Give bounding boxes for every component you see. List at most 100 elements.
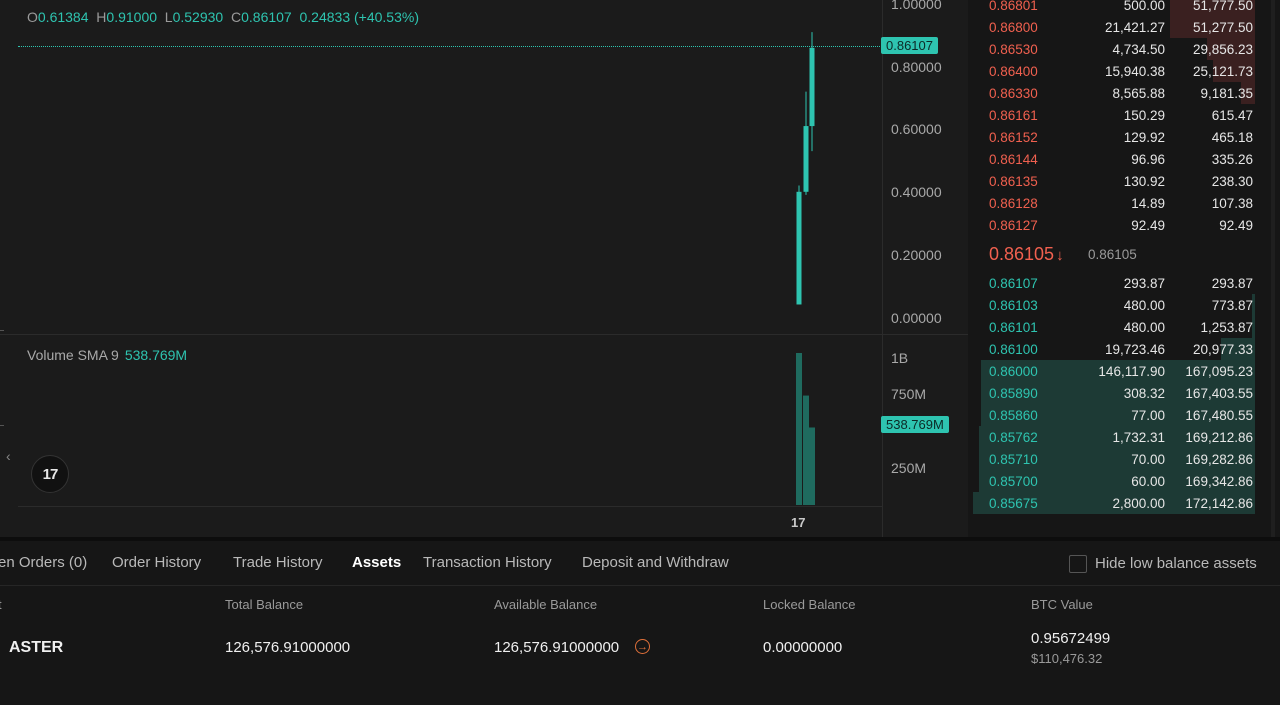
available-balance: 126,576.91000000	[494, 639, 620, 656]
amount-cell: 8,565.88	[1112, 86, 1165, 101]
price-cell: 0.85762	[989, 430, 1038, 445]
candlestick-chart[interactable]	[0, 0, 882, 537]
bid-row[interactable]: 0.86000 146,117.90 167,095.23	[973, 360, 1265, 382]
total-cell: 169,282.86	[1185, 452, 1253, 467]
ask-row[interactable]: 0.86801 500.00 51,777.50	[973, 0, 1265, 16]
tab-open-orders[interactable]: en Orders (0)	[0, 554, 87, 571]
total-cell: 29,856.23	[1192, 42, 1253, 57]
amount-cell: 77.00	[1131, 408, 1165, 423]
candle-body	[803, 126, 809, 192]
price-cell: 0.86530	[989, 42, 1038, 57]
tab-transaction-history[interactable]: Transaction History	[423, 554, 552, 571]
usd-value: $110,476.32	[1031, 651, 1103, 666]
price-cell: 0.85710	[989, 452, 1038, 467]
price-cell: 0.86152	[989, 130, 1038, 145]
arrow-right-circle-icon[interactable]: →	[635, 639, 650, 654]
volume-legend[interactable]: Volume SMA 9 538.769M	[27, 347, 187, 363]
ask-row[interactable]: 0.86800 21,421.27 51,277.50	[973, 16, 1265, 38]
price-tick: 1.00000	[891, 0, 942, 12]
price-cell: 0.85700	[989, 474, 1038, 489]
price-cell: 0.86000	[989, 364, 1038, 379]
amount-cell: 480.00	[1123, 298, 1165, 313]
price-tick: 0.80000	[891, 59, 942, 75]
ask-row[interactable]: 0.86330 8,565.88 9,181.35	[973, 82, 1265, 104]
volume-tick: 750M	[891, 386, 927, 402]
amount-cell: 2,800.00	[1112, 496, 1165, 511]
price-cell: 0.86800	[989, 20, 1038, 35]
total-cell: 773.87	[1211, 298, 1253, 313]
amount-cell: 1,732.31	[1112, 430, 1165, 445]
total-cell: 167,480.55	[1185, 408, 1253, 423]
bid-row[interactable]: 0.86103 480.00 773.87	[973, 294, 1265, 316]
ask-row[interactable]: 0.86135 130.92 238.30	[973, 170, 1265, 192]
total-cell: 335.26	[1211, 152, 1253, 167]
price-cell: 0.86144	[989, 152, 1038, 167]
time-axis-label: 17	[791, 515, 806, 530]
total-cell: 169,212.86	[1185, 430, 1253, 445]
bid-row[interactable]: 0.85762 1,732.31 169,212.86	[973, 426, 1265, 448]
bid-row[interactable]: 0.86101 480.00 1,253.87	[973, 316, 1265, 338]
volume-tick: 1B	[891, 350, 909, 366]
volume-indicator-value: 538.769M	[124, 347, 188, 363]
bid-row[interactable]: 0.85860 77.00 167,480.55	[973, 404, 1265, 426]
price-cell: 0.86101	[989, 320, 1038, 335]
tab-trade-history[interactable]: Trade History	[233, 554, 322, 571]
bid-row[interactable]: 0.86100 19,723.46 20,977.33	[973, 338, 1265, 360]
amount-cell: 4,734.50	[1112, 42, 1165, 57]
ask-row[interactable]: 0.86152 129.92 465.18	[973, 126, 1265, 148]
amount-cell: 500.00	[1123, 0, 1165, 13]
total-cell: 107.38	[1211, 196, 1253, 211]
price-cell: 0.86801	[989, 0, 1038, 13]
total-cell: 9,181.35	[1200, 86, 1253, 101]
bid-row[interactable]: 0.85700 60.00 169,342.86	[973, 470, 1265, 492]
chart-panel[interactable]: O0.61384 H0.91000 L0.52930 C0.86107 0.24…	[0, 0, 968, 537]
amount-cell: 150.29	[1123, 108, 1165, 123]
amount-cell: 14.89	[1131, 196, 1165, 211]
amount-cell: 92.49	[1131, 218, 1165, 233]
amount-cell: 60.00	[1131, 474, 1165, 489]
price-cell: 0.86400	[989, 64, 1038, 79]
price-cell: 0.86330	[989, 86, 1038, 101]
total-cell: 92.49	[1219, 218, 1253, 233]
chevron-left-icon[interactable]: ‹	[6, 448, 11, 464]
ask-row[interactable]: 0.86530 4,734.50 29,856.23	[973, 38, 1265, 60]
ask-row[interactable]: 0.86400 15,940.38 25,121.73	[973, 60, 1265, 82]
hide-low-balance-label[interactable]: Hide low balance assets	[1095, 555, 1257, 572]
price-tick: 0.20000	[891, 247, 942, 263]
total-cell: 172,142.86	[1185, 496, 1253, 511]
total-balance: 126,576.91000000	[225, 639, 351, 656]
candle-body	[809, 47, 815, 127]
amount-cell: 293.87	[1123, 276, 1165, 291]
bid-row[interactable]: 0.86107 293.87 293.87	[973, 272, 1265, 294]
total-cell: 25,121.73	[1192, 64, 1253, 79]
bid-row[interactable]: 0.85710 70.00 169,282.86	[973, 448, 1265, 470]
amount-cell: 70.00	[1131, 452, 1165, 467]
asset-name: ASTER	[9, 639, 64, 656]
ask-row[interactable]: 0.86127 92.49 92.49	[973, 214, 1265, 236]
bid-row[interactable]: 0.85890 308.32 167,403.55	[973, 382, 1265, 404]
left-tick	[0, 425, 4, 426]
locked-balance: 0.00000000	[763, 639, 843, 656]
price-cell: 0.86107	[989, 276, 1038, 291]
pane-divider[interactable]	[0, 334, 968, 335]
volume-bar	[796, 353, 802, 505]
total-cell: 51,777.50	[1192, 0, 1253, 13]
bid-row[interactable]: 0.85675 2,800.00 172,142.86	[973, 492, 1265, 514]
total-cell: 167,095.23	[1185, 364, 1253, 379]
hide-low-balance-checkbox[interactable]	[1069, 555, 1087, 573]
amount-cell: 129.92	[1123, 130, 1165, 145]
ask-row[interactable]: 0.86144 96.96 335.26	[973, 148, 1265, 170]
order-book-scrollbar[interactable]	[1271, 0, 1275, 537]
tab-order-history[interactable]: Order History	[112, 554, 201, 571]
volume-bar	[803, 395, 809, 505]
left-tick	[0, 330, 4, 331]
ask-row[interactable]: 0.86128 14.89 107.38	[973, 192, 1265, 214]
tradingview-logo-icon[interactable]: 17	[31, 455, 69, 493]
volume-bar	[809, 427, 815, 505]
ask-row[interactable]: 0.86161 150.29 615.47	[973, 104, 1265, 126]
tab-deposit-withdraw[interactable]: Deposit and Withdraw	[582, 554, 729, 571]
tab-assets[interactable]: Assets	[352, 554, 401, 571]
price-axis-border	[882, 0, 883, 537]
price-cell: 0.86100	[989, 342, 1038, 357]
amount-cell: 480.00	[1123, 320, 1165, 335]
